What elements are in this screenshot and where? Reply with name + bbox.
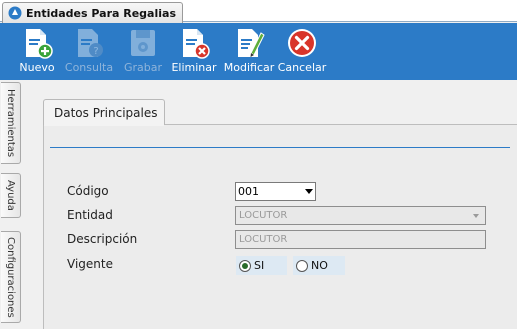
codigo-value: 001 [238, 185, 259, 198]
tab-datos-principales[interactable]: Datos Principales [43, 99, 165, 126]
eliminar-button[interactable]: Eliminar [168, 23, 220, 80]
side-tab-label: Ayuda [5, 180, 16, 211]
side-tab-label: Configuraciones [5, 236, 16, 318]
side-tab-ayuda[interactable]: Ayuda [1, 173, 21, 218]
entidad-select[interactable]: LOCUTOR [235, 206, 486, 225]
delete-document-icon [183, 29, 210, 59]
nuevo-button[interactable]: Nuevo [14, 23, 60, 80]
toolbar: Nuevo ? Consulta Grabar Eliminar Modific… [0, 23, 517, 80]
codigo-label: Código [67, 184, 109, 198]
side-tab-configuraciones[interactable]: Configuraciones [1, 231, 21, 323]
side-tab-label: Herramientas [5, 88, 16, 158]
chevron-down-icon[interactable] [305, 189, 313, 194]
radio-label: NO [311, 259, 328, 272]
grabar-label: Grabar [123, 61, 163, 74]
eliminar-label: Eliminar [171, 61, 217, 74]
query-document-icon: ? [78, 29, 103, 57]
descripcion-field[interactable]: LOCUTOR [235, 230, 486, 249]
codigo-select[interactable]: 001 [235, 182, 316, 201]
document-tab-title: Entidades Para Regalias [26, 6, 176, 20]
datos-principales-panel [43, 124, 517, 329]
entidad-value: LOCUTOR [239, 210, 288, 221]
chevron-down-icon [473, 214, 479, 218]
section-divider [50, 147, 510, 148]
cancel-icon [288, 29, 316, 57]
save-disk-icon [131, 30, 155, 56]
modificar-button[interactable]: Modificar [220, 23, 278, 80]
main-content: Datos Principales Código 001 Entidad LOC… [22, 80, 517, 329]
radio-selected-icon [239, 259, 251, 272]
edit-document-icon [238, 29, 265, 57]
modificar-label: Modificar [223, 61, 275, 74]
side-rail: Herramientas Ayuda Configuraciones [0, 80, 22, 329]
consulta-label: Consulta [64, 61, 114, 74]
tab-label: Datos Principales [54, 106, 158, 120]
entidad-label: Entidad [67, 208, 113, 222]
vigente-radio-si[interactable]: SI [236, 256, 287, 275]
descripcion-label: Descripción [67, 232, 138, 246]
cancelar-label: Cancelar [277, 61, 327, 74]
app-logo-icon [8, 6, 22, 20]
new-document-icon [26, 29, 53, 59]
nuevo-label: Nuevo [19, 61, 55, 74]
descripcion-value: LOCUTOR [239, 234, 288, 245]
document-tabstrip: Entidades Para Regalias [0, 0, 517, 23]
vigente-label: Vigente [67, 257, 113, 271]
cancelar-button[interactable]: Cancelar [278, 23, 326, 80]
radio-unselected-icon [296, 259, 308, 272]
svg-text:?: ? [93, 46, 98, 57]
consulta-button[interactable]: ? Consulta [60, 23, 118, 80]
grabar-button[interactable]: Grabar [118, 23, 168, 80]
document-tab[interactable]: Entidades Para Regalias [2, 2, 183, 23]
side-tab-herramientas[interactable]: Herramientas [1, 82, 21, 164]
radio-label: SI [254, 259, 265, 272]
vigente-radio-no[interactable]: NO [293, 256, 345, 275]
